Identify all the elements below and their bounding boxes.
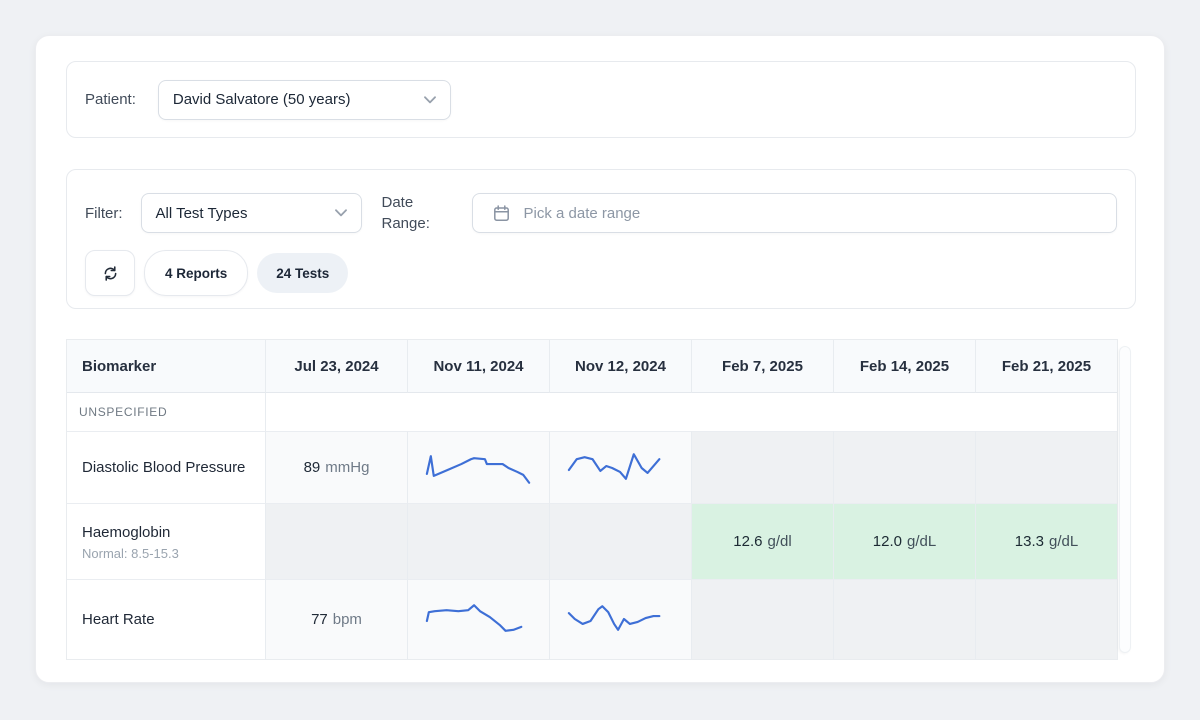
cell-sparkline[interactable] <box>407 431 549 503</box>
group-label: UNSPECIFIED <box>67 393 265 431</box>
biomarker-name-cell: Haemoglobin Normal: 8.5-15.3 <box>67 503 265 579</box>
group-row-spacer <box>265 393 1117 431</box>
cell-empty <box>691 431 833 503</box>
calendar-icon <box>493 205 510 222</box>
cell-empty <box>833 579 975 659</box>
patient-select-value: David Salvatore (50 years) <box>173 91 351 108</box>
tests-badge-label: 24 Tests <box>276 266 329 281</box>
chevron-down-icon <box>335 209 347 217</box>
cell-value[interactable]: 12.0g/dL <box>833 503 975 579</box>
cell-sparkline[interactable] <box>549 579 691 659</box>
refresh-icon <box>101 264 120 283</box>
sparkline-chart <box>562 446 680 490</box>
table-row: Heart Rate 77bpm <box>67 579 1117 659</box>
column-header-date: Feb 21, 2025 <box>975 340 1117 393</box>
cell-sparkline[interactable] <box>549 431 691 503</box>
sparkline-chart <box>562 598 680 642</box>
filter-actions-row: 4 Reports 24 Tests <box>85 250 1117 296</box>
biomarker-table: BiomarkerJul 23, 2024Nov 11, 2024Nov 12,… <box>66 339 1118 660</box>
table-vertical-scrollbar[interactable] <box>1119 346 1131 653</box>
tests-count-badge: 24 Tests <box>257 253 348 293</box>
date-range-input[interactable]: Pick a date range <box>472 193 1118 233</box>
table-group-row: UNSPECIFIED <box>67 393 1117 431</box>
sparkline-chart <box>420 598 538 642</box>
cell-value[interactable]: 89mmHg <box>265 431 407 503</box>
cell-empty <box>975 579 1117 659</box>
table-row: Haemoglobin Normal: 8.5-15.3 12.6g/dl12.0g… <box>67 503 1117 579</box>
column-header-date: Nov 11, 2024 <box>407 340 549 393</box>
filter-panel: Filter: All Test Types Date Range: <box>66 169 1136 309</box>
normal-range: Normal: 8.5-15.3 <box>82 546 179 561</box>
biomarker-name-cell: Heart Rate <box>67 579 265 659</box>
reports-button-label: 4 Reports <box>165 266 227 281</box>
biomarker-name: Heart Rate <box>82 609 155 630</box>
filter-row: Filter: All Test Types Date Range: <box>85 192 1117 234</box>
cell-empty <box>691 579 833 659</box>
cell-value[interactable]: 77bpm <box>265 579 407 659</box>
filter-label: Filter: <box>85 205 123 222</box>
cell-empty <box>975 431 1117 503</box>
date-range-placeholder: Pick a date range <box>524 205 641 222</box>
cell-empty <box>833 431 975 503</box>
cell-sparkline[interactable] <box>407 579 549 659</box>
test-type-select-value: All Test Types <box>156 205 248 222</box>
cell-value[interactable]: 12.6g/dl <box>691 503 833 579</box>
patient-select[interactable]: David Salvatore (50 years) <box>158 80 451 120</box>
column-header-biomarker: Biomarker <box>67 340 265 393</box>
column-header-date: Feb 14, 2025 <box>833 340 975 393</box>
table-header-row: BiomarkerJul 23, 2024Nov 11, 2024Nov 12,… <box>67 340 1117 393</box>
column-header-date: Nov 12, 2024 <box>549 340 691 393</box>
biomarker-name: Diastolic Blood Pressure <box>82 457 245 478</box>
cell-empty <box>265 503 407 579</box>
sparkline-chart <box>420 446 538 490</box>
chevron-down-icon <box>424 96 436 104</box>
refresh-button[interactable] <box>85 250 135 296</box>
reports-button[interactable]: 4 Reports <box>144 250 248 296</box>
column-header-date: Jul 23, 2024 <box>265 340 407 393</box>
patient-panel: Patient: David Salvatore (50 years) <box>66 61 1136 138</box>
table-body: Diastolic Blood Pressure89mmHgHaemoglobi… <box>67 431 1117 659</box>
biomarker-name-cell: Diastolic Blood Pressure <box>67 431 265 503</box>
main-card: Patient: David Salvatore (50 years) Filt… <box>35 35 1165 683</box>
test-type-select[interactable]: All Test Types <box>141 193 362 233</box>
cell-empty <box>407 503 549 579</box>
date-range-label: Date Range: <box>382 192 448 234</box>
biomarker-name: Haemoglobin <box>82 522 170 543</box>
cell-value[interactable]: 13.3g/dL <box>975 503 1117 579</box>
cell-empty <box>549 503 691 579</box>
table-row: Diastolic Blood Pressure 89mmHg <box>67 431 1117 503</box>
column-header-date: Feb 7, 2025 <box>691 340 833 393</box>
patient-label: Patient: <box>85 91 136 108</box>
